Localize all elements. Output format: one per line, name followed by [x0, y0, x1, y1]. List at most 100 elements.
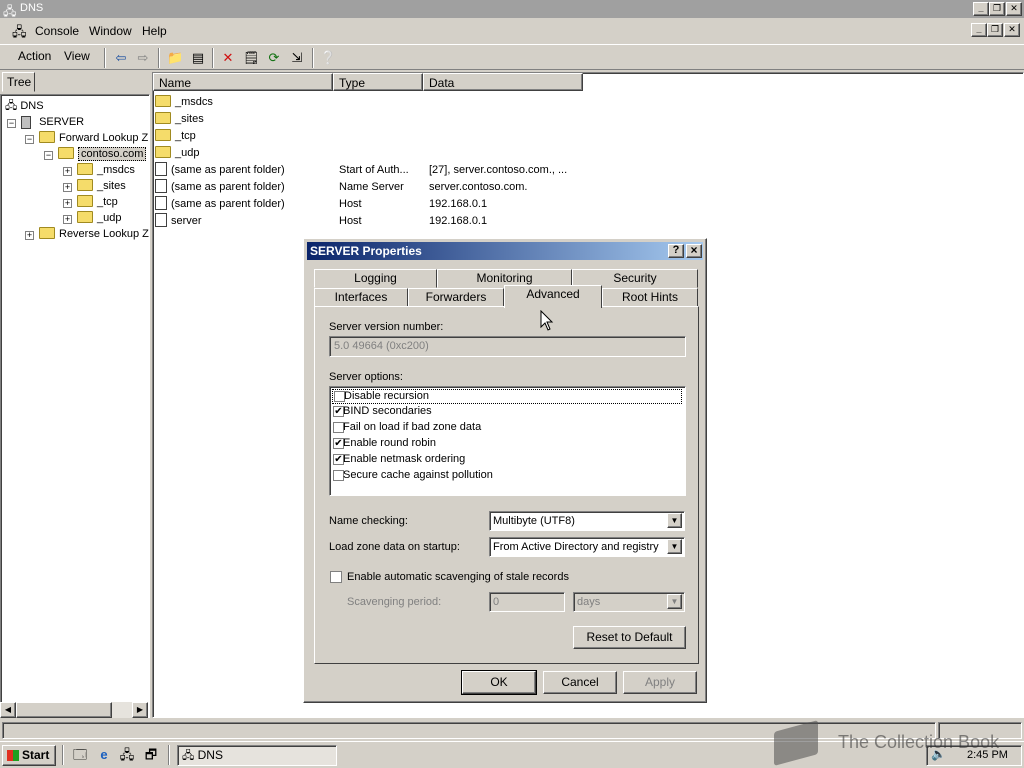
- tree-horizontal-scrollbar[interactable]: ◀ ▶: [0, 702, 148, 718]
- delete-icon[interactable]: ✕: [220, 50, 236, 66]
- scavenging-period-input[interactable]: 0: [489, 592, 565, 612]
- cancel-button[interactable]: Cancel: [543, 671, 617, 694]
- tab-forwarders[interactable]: Forwarders: [408, 288, 504, 307]
- tab-root-hints[interactable]: Root Hints: [602, 288, 698, 307]
- up-folder-icon[interactable]: 📁: [167, 50, 183, 66]
- help-icon[interactable]: ❔: [320, 50, 336, 66]
- minimize-button[interactable]: _: [973, 2, 989, 16]
- tree-label-forward: Forward Lookup Z: [59, 132, 149, 144]
- back-arrow-icon[interactable]: ⇦: [113, 50, 129, 66]
- forward-arrow-icon[interactable]: ⇨: [135, 50, 151, 66]
- column-header-type[interactable]: Type: [333, 73, 423, 91]
- properties-icon[interactable]: 🗒: [243, 50, 260, 66]
- chevron-down-icon[interactable]: ▼: [667, 594, 682, 609]
- folder-icon: [39, 131, 55, 144]
- dialog-close-button[interactable]: ×: [686, 244, 702, 258]
- menu-console[interactable]: Console: [35, 24, 79, 38]
- list-row[interactable]: (same as parent folder) Name Server serv…: [155, 179, 655, 196]
- list-row[interactable]: _udp: [155, 145, 199, 162]
- tab-interfaces[interactable]: Interfaces: [314, 288, 408, 307]
- expand-sites-icon[interactable]: +: [63, 183, 72, 192]
- collapse-server-icon[interactable]: −: [7, 119, 16, 128]
- show-desktop-icon[interactable]: 🗔: [72, 747, 88, 763]
- list-row[interactable]: server Host 192.168.0.1: [155, 213, 655, 230]
- folder-icon: [77, 163, 93, 176]
- name-checking-select[interactable]: Multibyte (UTF8) ▼: [489, 511, 685, 531]
- option-row[interactable]: ✔ Enable round robin: [332, 437, 682, 452]
- tree-node-sites[interactable]: _sites: [77, 178, 126, 194]
- row-type: Start of Auth...: [339, 164, 409, 176]
- server-options-list[interactable]: Disable recursion ✔ BIND secondaries Fai…: [329, 386, 686, 496]
- tree-label-dns: DNS: [20, 100, 44, 112]
- menu-help[interactable]: Help: [142, 24, 167, 38]
- clock: 2:45 PM: [967, 749, 1008, 761]
- system-tray: 🔈 2:45 PM: [926, 745, 1022, 766]
- taskbar-task-dns[interactable]: 🖧 DNS: [177, 745, 337, 766]
- tab-advanced[interactable]: Advanced: [504, 285, 602, 308]
- collapse-forward-icon[interactable]: −: [25, 135, 34, 144]
- network-icon[interactable]: 🖧: [119, 747, 135, 763]
- show-hide-tree-icon[interactable]: ▤: [190, 50, 206, 66]
- option-row[interactable]: ✔ Enable netmask ordering: [332, 453, 682, 468]
- expand-udp-icon[interactable]: +: [63, 215, 72, 224]
- apply-button[interactable]: Apply: [623, 671, 697, 694]
- version-field: 5.0 49664 (0xc200): [329, 336, 686, 357]
- view-menu-button[interactable]: View: [64, 49, 90, 63]
- tree-node-tcp[interactable]: _tcp: [77, 194, 118, 210]
- collapse-contoso-icon[interactable]: −: [44, 151, 53, 160]
- chevron-down-icon[interactable]: ▼: [667, 539, 682, 554]
- load-zone-select[interactable]: From Active Directory and registry ▼: [489, 537, 685, 557]
- folder-icon: [39, 227, 55, 240]
- export-list-icon[interactable]: ⇲: [289, 50, 305, 66]
- chevron-down-icon[interactable]: ▼: [667, 513, 682, 528]
- list-row[interactable]: _sites: [155, 111, 204, 128]
- tree-node-udp[interactable]: _udp: [77, 210, 121, 226]
- refresh-icon[interactable]: ⟳: [266, 50, 282, 66]
- tree-node-contoso[interactable]: contoso.com: [58, 146, 147, 162]
- tree-node-forward-lookup[interactable]: Forward Lookup Z: [39, 130, 148, 146]
- row-name: _tcp: [175, 130, 196, 142]
- dialog-help-button[interactable]: ?: [668, 244, 684, 258]
- list-row[interactable]: (same as parent folder) Start of Auth...…: [155, 162, 655, 179]
- scroll-right-icon[interactable]: ▶: [132, 702, 148, 718]
- menu-window[interactable]: Window: [89, 24, 132, 38]
- list-row[interactable]: _msdcs: [155, 94, 213, 111]
- scavenging-checkbox[interactable]: [330, 571, 342, 583]
- action-menu-button[interactable]: Action: [18, 49, 51, 63]
- close-button[interactable]: ✕: [1006, 2, 1022, 16]
- mdi-restore-button[interactable]: ❐: [987, 23, 1003, 37]
- column-header-name[interactable]: Name: [153, 73, 333, 91]
- scroll-thumb[interactable]: [16, 702, 112, 718]
- list-row[interactable]: _tcp: [155, 128, 196, 145]
- ok-button[interactable]: OK: [461, 670, 537, 695]
- mdi-close-button[interactable]: ✕: [1004, 23, 1020, 37]
- tab-logging[interactable]: Logging: [314, 269, 437, 288]
- quick-launch-icon[interactable]: 🗗: [143, 747, 159, 763]
- list-row[interactable]: (same as parent folder) Host 192.168.0.1: [155, 196, 655, 213]
- column-header-data[interactable]: Data: [423, 73, 583, 91]
- option-row[interactable]: ✔ BIND secondaries: [332, 405, 682, 420]
- internet-explorer-icon[interactable]: e: [96, 747, 112, 763]
- scavenging-unit-select[interactable]: days ▼: [573, 592, 685, 612]
- expand-msdcs-icon[interactable]: +: [63, 167, 72, 176]
- tree-node-dns[interactable]: 🖧 DNS: [5, 98, 44, 114]
- restore-button[interactable]: ❐: [989, 2, 1005, 16]
- option-row[interactable]: Fail on load if bad zone data: [332, 421, 682, 436]
- option-row[interactable]: Disable recursion: [332, 389, 682, 404]
- volume-icon[interactable]: 🔈: [931, 747, 946, 761]
- tab-tree[interactable]: Tree: [2, 72, 35, 92]
- tree-label-server: SERVER: [39, 116, 85, 128]
- mdi-minimize-button[interactable]: _: [971, 23, 987, 37]
- expand-reverse-icon[interactable]: +: [25, 231, 34, 240]
- tree-node-server[interactable]: SERVER: [21, 114, 84, 130]
- reset-to-default-button[interactable]: Reset to Default: [573, 626, 686, 649]
- option-row[interactable]: Secure cache against pollution: [332, 469, 682, 484]
- expand-tcp-icon[interactable]: +: [63, 199, 72, 208]
- scroll-left-icon[interactable]: ◀: [0, 702, 16, 718]
- load-zone-value: From Active Directory and registry: [493, 541, 659, 553]
- row-name: (same as parent folder): [171, 198, 285, 210]
- start-button[interactable]: Start: [2, 745, 56, 766]
- tree-node-msdcs[interactable]: _msdcs: [77, 162, 135, 178]
- tree-node-reverse-lookup[interactable]: Reverse Lookup Z: [39, 226, 149, 242]
- record-icon: [155, 162, 167, 177]
